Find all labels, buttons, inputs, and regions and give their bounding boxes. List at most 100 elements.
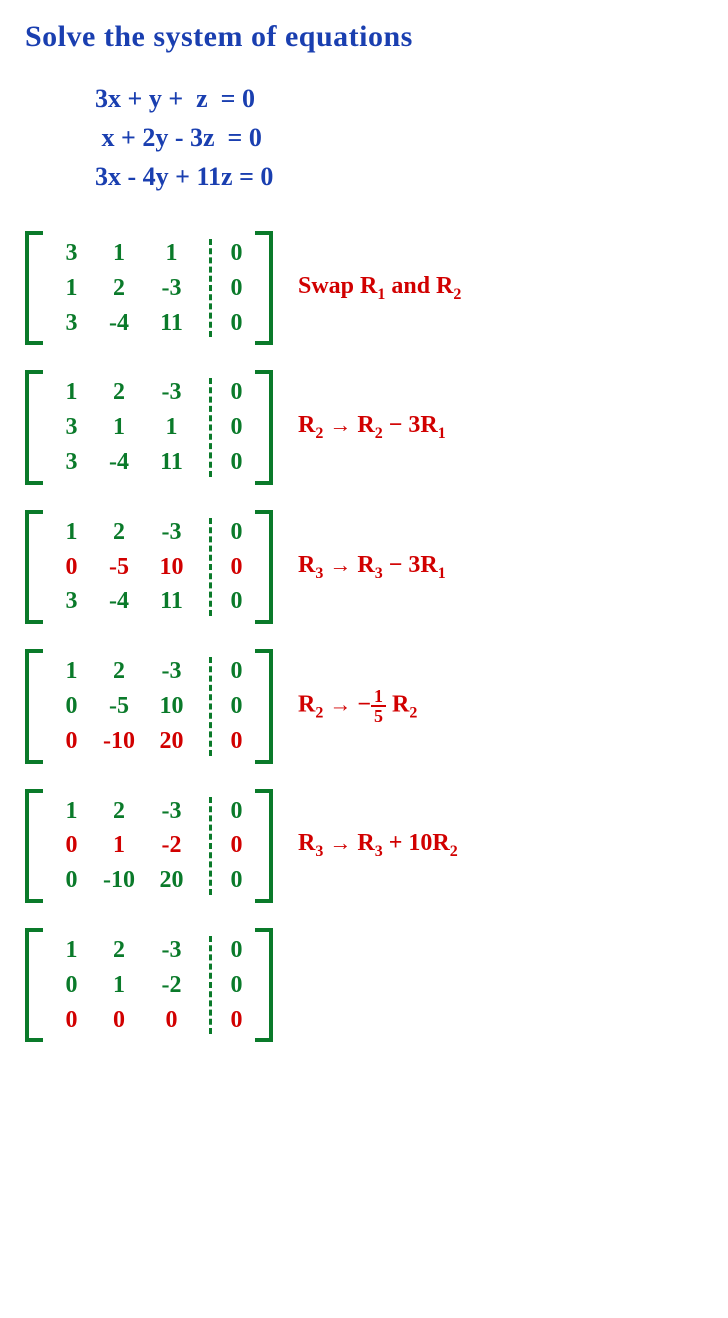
matrix-cells: 12-30-5103-411 xyxy=(49,518,199,616)
matrix-cell: 3 xyxy=(49,309,94,338)
matrix-cell: -2 xyxy=(144,831,199,860)
rhs-column: 0 0 0 xyxy=(224,518,249,616)
matrix-cell: 1 xyxy=(49,378,94,407)
rhs-cell: 0 xyxy=(224,448,249,477)
matrix-cell: 1 xyxy=(49,518,94,547)
equation-system: 3x + y + z = 0 x + 2y - 3z = 03x - 4y + … xyxy=(95,79,703,196)
matrix-cell: 2 xyxy=(94,518,144,547)
augment-divider xyxy=(209,936,214,1034)
matrix-cell: 11 xyxy=(144,309,199,338)
matrix-cell: -4 xyxy=(94,587,144,616)
matrix-cell: 1 xyxy=(49,797,94,826)
matrix-cell: 10 xyxy=(144,692,199,721)
step: 12-301-20-1020000R3 → R3 + 10R2 xyxy=(25,789,703,903)
matrix-cell: 11 xyxy=(144,448,199,477)
matrix-cell: -3 xyxy=(144,274,199,303)
rhs-cell: 0 xyxy=(224,239,249,268)
bracket-left xyxy=(25,928,43,1042)
matrix-cell: -5 xyxy=(94,553,144,582)
matrix-cells: 12-301-2000 xyxy=(49,936,199,1034)
rhs-column: 0 0 0 xyxy=(224,239,249,337)
matrix-cell: -4 xyxy=(94,448,144,477)
rhs-cell: 0 xyxy=(224,274,249,303)
matrix-cell: -4 xyxy=(94,309,144,338)
matrix-cell: 3 xyxy=(49,587,94,616)
matrix-cell: 20 xyxy=(144,866,199,895)
augmented-matrix: 31112-33-411000 xyxy=(25,231,273,345)
matrix-cell: -3 xyxy=(144,936,199,965)
matrix-cell: 0 xyxy=(144,1006,199,1035)
matrix-cell: 11 xyxy=(144,587,199,616)
rhs-cell: 0 xyxy=(224,553,249,582)
matrix-cell: 1 xyxy=(94,831,144,860)
matrix-cell: 1 xyxy=(49,936,94,965)
step: 31112-33-411000Swap R1 and R2 xyxy=(25,231,703,345)
matrix-cell: 2 xyxy=(94,378,144,407)
page-title: Solve the system of equations xyxy=(25,20,703,54)
matrix-cell: 0 xyxy=(49,727,94,756)
bracket-left xyxy=(25,370,43,484)
bracket-right xyxy=(255,928,273,1042)
rhs-cell: 0 xyxy=(224,309,249,338)
steps-container: 31112-33-411000Swap R1 and R212-33113-41… xyxy=(25,231,703,1042)
row-operation-label: R3 → R3 + 10R2 xyxy=(298,830,458,861)
rhs-cell: 0 xyxy=(224,518,249,547)
matrix-cell: -10 xyxy=(94,727,144,756)
rhs-cell: 0 xyxy=(224,936,249,965)
matrix-cell: 1 xyxy=(144,413,199,442)
row-operation-label: R3 → R3 − 3R1 xyxy=(298,552,446,583)
rhs-column: 000 xyxy=(224,797,249,895)
equation-line: 3x + y + z = 0 xyxy=(95,79,703,118)
bracket-right xyxy=(255,789,273,903)
bracket-right xyxy=(255,370,273,484)
matrix-cell: 1 xyxy=(94,239,144,268)
augment-divider xyxy=(209,378,214,476)
augment-divider xyxy=(209,518,214,616)
step: 12-3 0 -510 3-411 0 0 0 R3 → R3 − 3R1 xyxy=(25,510,703,624)
augment-divider xyxy=(209,657,214,755)
rhs-column: 000 xyxy=(224,657,249,755)
matrix-cell: 2 xyxy=(94,657,144,686)
rhs-cell: 0 xyxy=(224,692,249,721)
augment-divider xyxy=(209,239,214,337)
augmented-matrix: 12-301-2000000 xyxy=(25,928,273,1042)
matrix-cell: 3 xyxy=(49,413,94,442)
matrix-cell: 0 xyxy=(94,1006,144,1035)
bracket-right xyxy=(255,231,273,345)
augment-divider xyxy=(209,797,214,895)
matrix-cell: 1 xyxy=(49,274,94,303)
rhs-column: 0 0 0 xyxy=(224,936,249,1034)
rhs-cell: 0 xyxy=(224,587,249,616)
bracket-left xyxy=(25,510,43,624)
matrix-cell: 2 xyxy=(94,797,144,826)
rhs-cell: 0 xyxy=(224,413,249,442)
bracket-left xyxy=(25,231,43,345)
augmented-matrix: 12-30-5100-1020000 xyxy=(25,649,273,763)
matrix-cell: 2 xyxy=(94,274,144,303)
bracket-left xyxy=(25,649,43,763)
augmented-matrix: 12-33113-411000 xyxy=(25,370,273,484)
rhs-cell: 0 xyxy=(224,1006,249,1035)
rhs-cell: 0 xyxy=(224,797,249,826)
rhs-cell: 0 xyxy=(224,866,249,895)
bracket-right xyxy=(255,510,273,624)
matrix-cell: 1 xyxy=(144,239,199,268)
matrix-cells: 31112-33-411 xyxy=(49,239,199,337)
matrix-cell: 1 xyxy=(94,413,144,442)
matrix-cells: 12-33113-411 xyxy=(49,378,199,476)
matrix-cell: -5 xyxy=(94,692,144,721)
row-operation-label: R2 → R2 − 3R1 xyxy=(298,412,446,443)
matrix-cell: 10 xyxy=(144,553,199,582)
matrix-cell: -3 xyxy=(144,518,199,547)
bracket-left xyxy=(25,789,43,903)
matrix-cell: 2 xyxy=(94,936,144,965)
rhs-cell: 0 xyxy=(224,727,249,756)
equation-line: x + 2y - 3z = 0 xyxy=(95,118,703,157)
matrix-cell: 1 xyxy=(94,971,144,1000)
matrix-cell: 1 xyxy=(49,657,94,686)
matrix-cell: 0 xyxy=(49,831,94,860)
rhs-cell: 0 xyxy=(224,971,249,1000)
matrix-cell: 20 xyxy=(144,727,199,756)
matrix-cell: -10 xyxy=(94,866,144,895)
matrix-cells: 12-30-5100-1020 xyxy=(49,657,199,755)
